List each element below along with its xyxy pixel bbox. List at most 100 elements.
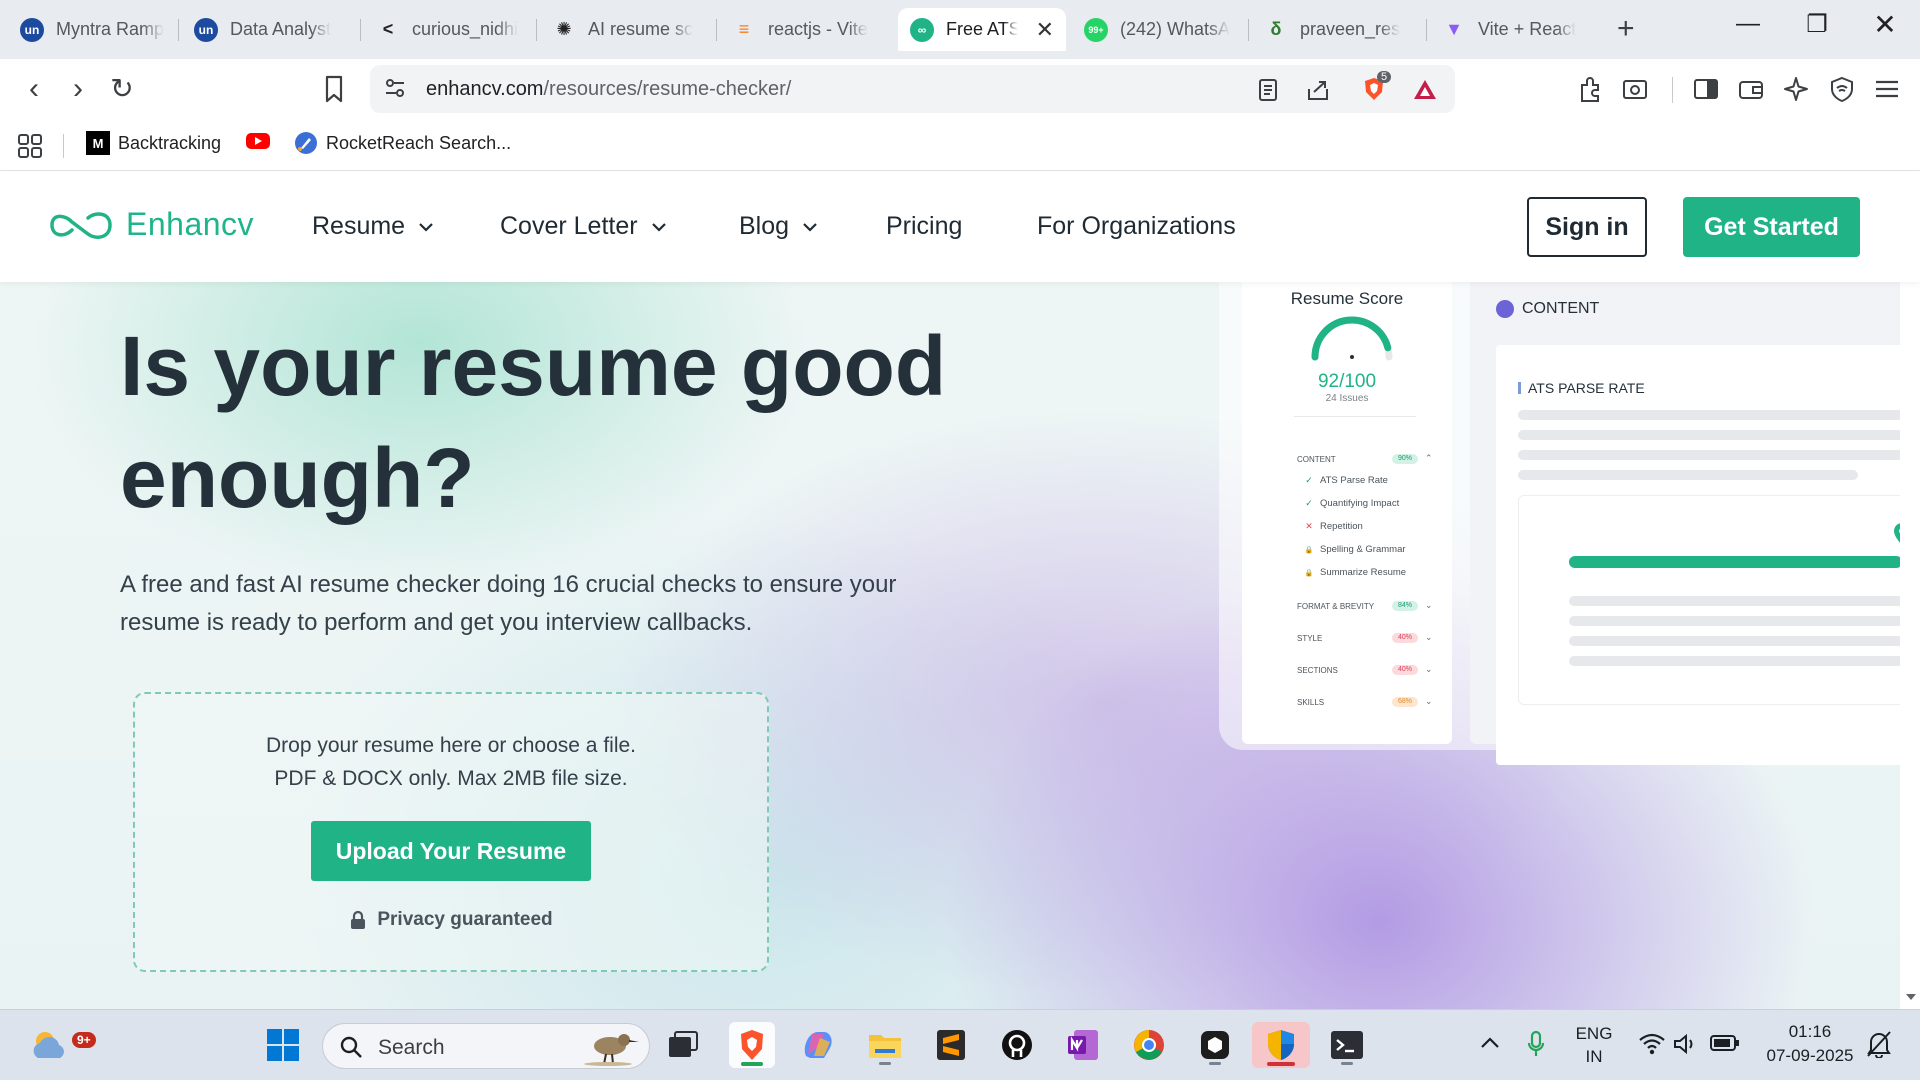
brave-rewards-icon[interactable] [1412, 77, 1438, 103]
screenshot-icon[interactable] [1621, 75, 1649, 103]
chrome-icon[interactable] [1126, 1022, 1172, 1068]
volume-icon[interactable] [1672, 1032, 1698, 1056]
address-bar[interactable]: enhancv.com/resources/resume-checker/ 5 [370, 65, 1455, 113]
copilot-icon[interactable] [795, 1022, 841, 1068]
browser-tab[interactable]: ∞ Free ATS ✕ [898, 8, 1066, 51]
browser-tab[interactable]: un Data Analyst [182, 8, 352, 51]
restore-icon[interactable]: ❐ [1797, 10, 1837, 39]
site-settings-icon[interactable] [384, 77, 406, 99]
dropzone-instruction: Drop your resume here or choose a file. [265, 734, 636, 757]
wallet-icon[interactable] [1737, 75, 1765, 103]
bookmark-label: RocketReach Search... [326, 132, 512, 153]
bookmark-icon[interactable] [322, 74, 346, 104]
brave-shields-icon[interactable]: 5 [1360, 71, 1392, 103]
minimize-icon[interactable]: — [1728, 10, 1768, 38]
tab-separator [716, 19, 717, 41]
windows-start-icon[interactable] [260, 1022, 306, 1068]
scroll-down-icon[interactable] [1905, 992, 1917, 1002]
battery-icon[interactable] [1710, 1034, 1740, 1052]
content-check-item[interactable]: ✓ Quantifying Impact [1302, 498, 1399, 509]
browser-tab[interactable]: ✺ AI resume sc [540, 8, 712, 51]
browser-tab[interactable]: ≡ reactjs - Vite [720, 8, 890, 51]
task-view-icon[interactable] [660, 1022, 706, 1068]
score-category[interactable]: STYLE 40% ⌄ [1297, 632, 1433, 643]
content-check-item[interactable]: 🔒 Spelling & Grammar [1302, 544, 1406, 555]
bookmark-youtube[interactable] [245, 131, 271, 151]
nav-cover-letter[interactable]: Cover Letter [500, 212, 666, 241]
leo-ai-icon[interactable] [1782, 75, 1810, 103]
enhancv-logo[interactable]: Enhancv [48, 206, 254, 243]
content-check-item[interactable]: 🔒 Summarize Resume [1302, 567, 1406, 578]
back-icon[interactable]: ‹ [16, 71, 52, 107]
check-item-label: Repetition [1320, 521, 1363, 532]
reload-icon[interactable]: ↻ [104, 71, 140, 107]
sublime-text-icon[interactable] [928, 1022, 974, 1068]
category-score-badge: 40% [1392, 633, 1418, 643]
language-indicator[interactable]: ENG IN [1574, 1024, 1614, 1067]
category-name: STYLE [1297, 634, 1323, 643]
taskbar-search[interactable]: Search [322, 1023, 650, 1069]
terminal-icon[interactable] [1324, 1022, 1370, 1068]
bookmark-backtracking[interactable]: M Backtracking [86, 131, 221, 155]
enhancv-logo-icon [50, 211, 112, 239]
upload-resume-button[interactable]: Upload Your Resume [311, 821, 591, 881]
weather-widget[interactable]: 9+ [28, 1024, 96, 1068]
content-heading-label: CONTENT [1522, 300, 1600, 317]
privacy-note: Privacy guaranteed [135, 909, 767, 931]
privacy-label: Privacy guaranteed [377, 909, 553, 930]
nav-label: Pricing [886, 212, 963, 240]
extensions-icon[interactable] [1577, 75, 1605, 103]
unstop-icon: un [20, 17, 44, 42]
bookmark-rocketreach[interactable]: RocketReach Search... [294, 131, 511, 155]
browser-tab[interactable]: ▼ Vite + React [1430, 8, 1598, 51]
brave-icon[interactable] [729, 1022, 775, 1068]
clock[interactable]: 01:16 07-09-2025 [1755, 1022, 1865, 1066]
nav-resume[interactable]: Resume [312, 212, 433, 241]
score-category[interactable]: SKILLS 68% ⌄ [1297, 696, 1433, 707]
notification-bell-icon[interactable] [1866, 1030, 1892, 1058]
score-category[interactable]: CONTENT 90% ⌃ [1297, 453, 1433, 464]
hero-section: Is your resume good enough? A free and f… [0, 282, 1920, 1009]
onenote-icon[interactable] [1060, 1022, 1106, 1068]
score-category[interactable]: FORMAT & BREVITY 84% ⌄ [1297, 600, 1433, 611]
microphone-icon[interactable] [1527, 1030, 1545, 1058]
reader-mode-icon[interactable] [1255, 77, 1281, 103]
nav-blog[interactable]: Blog [739, 212, 817, 241]
page-scrollbar[interactable] [1900, 282, 1920, 1009]
browser-tab[interactable]: un Myntra Ramp [8, 8, 176, 51]
tray-chevron-up-icon[interactable] [1480, 1036, 1500, 1050]
tab-title: (242) WhatsA [1120, 19, 1231, 39]
forward-icon[interactable]: › [60, 71, 96, 107]
resume-dropzone[interactable]: Drop your resume here or choose a file. … [133, 692, 769, 972]
file-explorer-icon[interactable] [862, 1022, 908, 1068]
score-category[interactable]: SECTIONS 40% ⌄ [1297, 664, 1433, 675]
score-issues: 24 Issues [1325, 393, 1369, 404]
get-started-button[interactable]: Get Started [1683, 197, 1860, 257]
apps-grid-icon[interactable] [16, 132, 44, 160]
github-desktop-icon[interactable] [994, 1022, 1040, 1068]
wifi-icon[interactable] [1638, 1032, 1666, 1056]
tab-separator [536, 19, 537, 41]
content-check-item[interactable]: ✕ Repetition [1302, 521, 1363, 532]
sidebar-icon[interactable] [1692, 75, 1720, 103]
share-icon[interactable] [1305, 77, 1331, 103]
app-icon[interactable] [1192, 1022, 1238, 1068]
content-check-item[interactable]: ✓ ATS Parse Rate [1302, 475, 1388, 486]
browser-tab[interactable]: 99+ (242) WhatsA [1072, 8, 1244, 51]
placeholder-line [1569, 616, 1920, 626]
sign-in-button[interactable]: Sign in [1527, 197, 1647, 257]
nav-for-organizations[interactable]: For Organizations [1037, 212, 1236, 241]
menu-icon[interactable] [1873, 75, 1901, 103]
browser-tab[interactable]: δ praveen_res [1252, 8, 1422, 51]
new-tab-button[interactable]: + [1617, 12, 1635, 46]
chevron-down-icon: ⌄ [1425, 696, 1433, 706]
windows-security-icon[interactable] [1252, 1022, 1310, 1068]
score-value: 92/100 [1317, 371, 1377, 392]
tab-title: Myntra Ramp [56, 19, 164, 39]
close-window-icon[interactable]: ✕ [1865, 8, 1905, 41]
nav-pricing[interactable]: Pricing [886, 212, 962, 241]
vpn-icon[interactable] [1828, 75, 1856, 103]
check-item-label: Spelling & Grammar [1320, 544, 1406, 555]
browser-tab[interactable]: < curious_nidhi [364, 8, 532, 51]
close-tab-icon[interactable]: ✕ [1036, 17, 1054, 43]
